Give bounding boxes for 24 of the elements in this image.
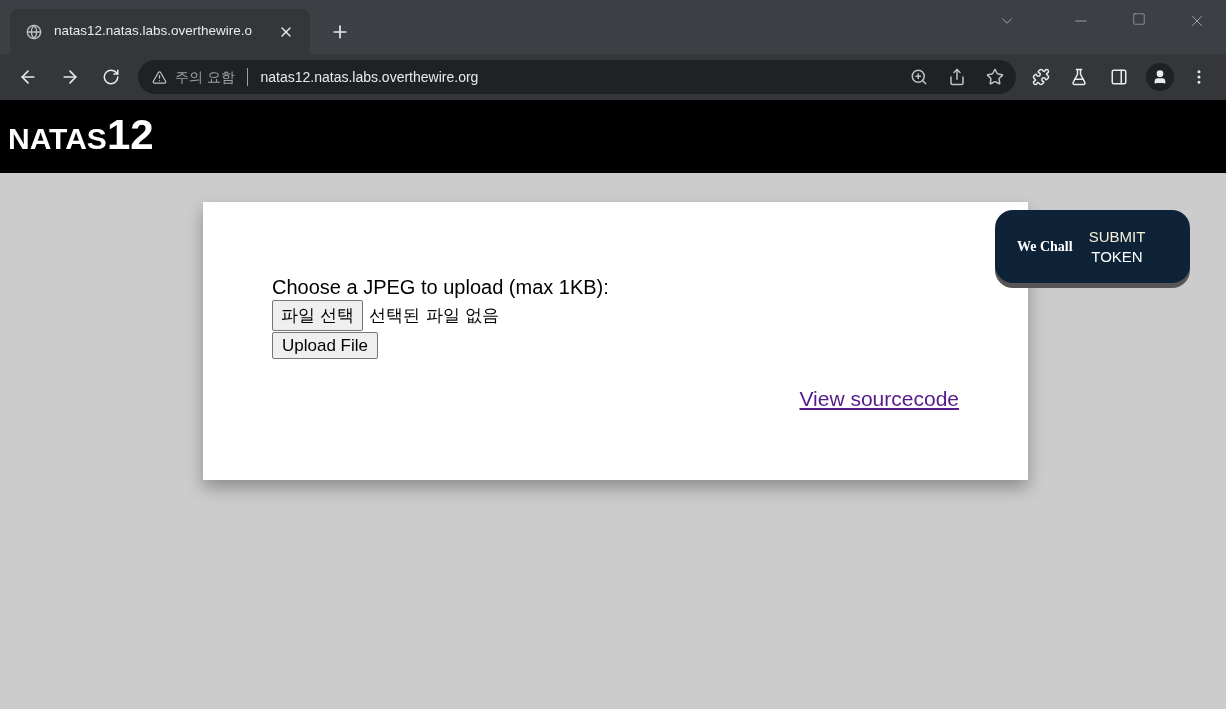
tab-title: natas12.natas.labs.overthewire.o [54, 22, 254, 41]
page-title: NATAS12 [8, 115, 154, 160]
star-icon[interactable] [986, 68, 1004, 86]
submit-label: SUBMIT [1088, 226, 1146, 247]
upload-button[interactable]: Upload File [272, 332, 378, 359]
url-text: natas12.natas.labs.overthewire.org [260, 67, 480, 87]
file-select-button[interactable]: 파일 선택 [272, 300, 364, 331]
upload-prompt: Choose a JPEG to upload (max 1KB): [272, 275, 610, 300]
token-label: TOKEN [1091, 246, 1143, 267]
sourcecode-link[interactable]: View sourcecode [799, 383, 959, 415]
zoom-icon[interactable] [910, 68, 928, 86]
reload-icon[interactable] [102, 68, 120, 86]
globe-icon [26, 23, 42, 40]
address-bar[interactable]: 주의 요함 natas12.natas.labs.overthewire.org [138, 60, 1016, 94]
share-icon[interactable] [948, 68, 966, 86]
security-label: 주의 요함 [175, 67, 236, 87]
browser-tab[interactable]: natas12.natas.labs.overthewire.o [10, 9, 310, 54]
side-panel-icon[interactable] [1110, 68, 1128, 86]
puzzle-icon[interactable] [1032, 68, 1050, 86]
file-status: 선택된 파일 없음 [369, 303, 500, 327]
logo-text: We Chall [1017, 238, 1073, 256]
profile-icon[interactable] [1146, 63, 1174, 91]
flask-icon[interactable] [1070, 68, 1088, 86]
warning-icon [152, 69, 167, 85]
